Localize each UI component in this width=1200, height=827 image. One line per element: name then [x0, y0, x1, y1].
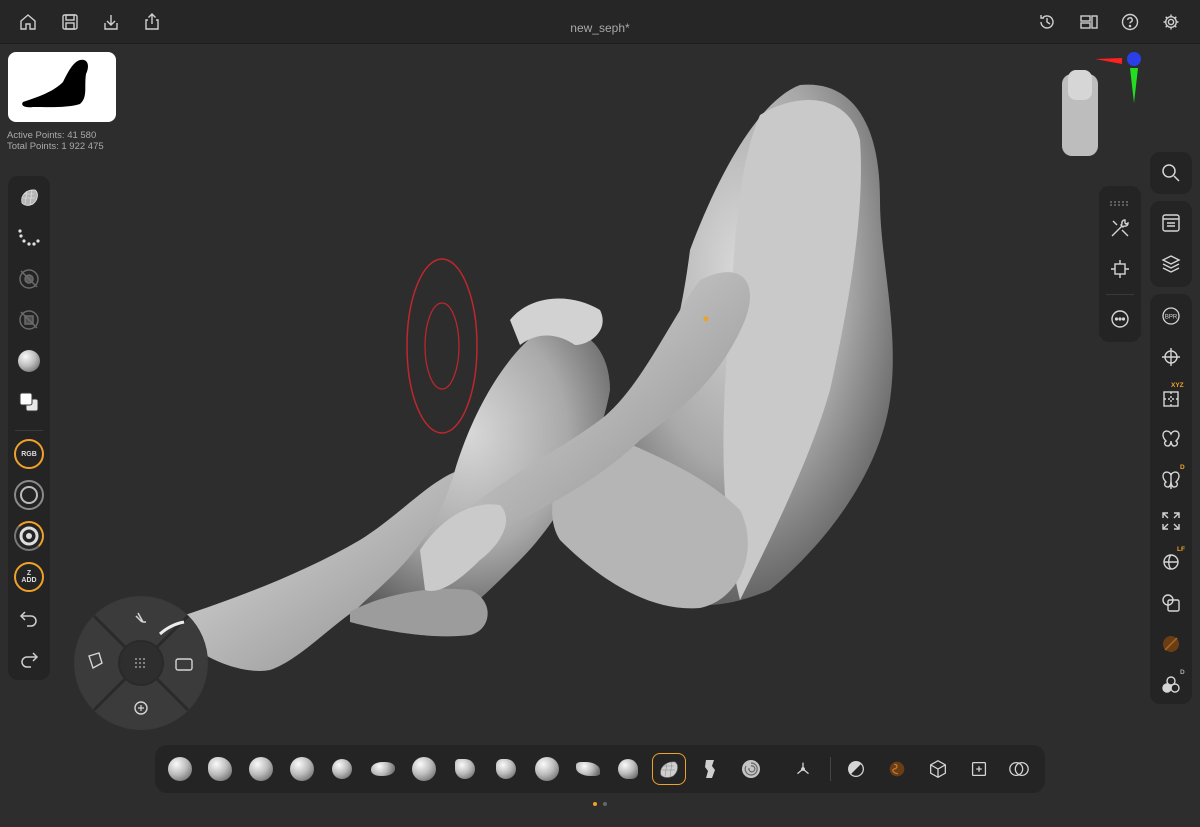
search-panel — [1150, 152, 1192, 194]
mesh-thumbnail[interactable] — [8, 52, 116, 122]
xyz-label: XYZ — [1171, 382, 1184, 389]
rgb-label: RGB — [21, 450, 37, 458]
z-add-dial[interactable]: Z ADD — [12, 560, 46, 594]
z-label: Z — [26, 570, 32, 577]
hpolish-brush[interactable] — [611, 753, 645, 785]
separator — [15, 430, 43, 431]
smooth-brush[interactable] — [530, 753, 564, 785]
history-icon[interactable] — [1036, 11, 1058, 33]
mesh-brush[interactable] — [652, 753, 686, 785]
d2-label: D — [1180, 669, 1185, 676]
more-icon[interactable] — [1103, 302, 1137, 336]
lf-label: LF — [1177, 546, 1185, 553]
document-title: new_seph* — [570, 21, 630, 35]
mesh-icon[interactable] — [12, 180, 46, 214]
stroke-icon[interactable] — [12, 221, 46, 255]
d-label: D — [1180, 464, 1185, 471]
bpr-label: BPR — [1165, 315, 1178, 321]
move-brush[interactable] — [366, 753, 400, 785]
gizmo-icon[interactable] — [1103, 252, 1137, 286]
right-toolbar: BPR XYZ D LF D — [1150, 294, 1192, 704]
brush-cursor-inner — [424, 302, 460, 390]
draw-size-dial[interactable] — [12, 519, 46, 553]
boolean-icon[interactable] — [1002, 753, 1036, 785]
top-toolbar: new_seph* — [0, 0, 1200, 44]
focal-shift-dial[interactable] — [12, 478, 46, 512]
clay-buildup-brush[interactable] — [244, 753, 278, 785]
symmetry-icon[interactable] — [1154, 422, 1188, 456]
crop-icon[interactable] — [962, 753, 996, 785]
tools-icon[interactable] — [1103, 211, 1137, 245]
frame-icon[interactable] — [1154, 504, 1188, 538]
undo-icon[interactable] — [12, 601, 46, 635]
inflate-brush[interactable] — [325, 753, 359, 785]
add-label: ADD — [21, 577, 37, 584]
duplicate-icon[interactable] — [1154, 586, 1188, 620]
trim-dynamic-brush[interactable] — [448, 753, 482, 785]
brush-cursor-outer — [406, 258, 478, 434]
settings-icon[interactable] — [1160, 11, 1182, 33]
polygroup-icon[interactable] — [880, 753, 914, 785]
drag-handle[interactable] — [1109, 193, 1131, 206]
layers-icon[interactable] — [1154, 247, 1188, 281]
help-icon[interactable] — [1119, 11, 1141, 33]
palette-panel — [1150, 201, 1192, 287]
snake-hook-brush[interactable] — [407, 753, 441, 785]
separator — [830, 757, 831, 781]
total-points: Total Points: 1 922 475 — [7, 141, 104, 152]
pager-dot[interactable] — [603, 802, 607, 806]
separator — [1106, 294, 1134, 295]
brush-bar — [155, 745, 1045, 793]
texture-off-icon[interactable] — [12, 303, 46, 337]
gizmo-3d-icon[interactable] — [786, 753, 820, 785]
cube-icon[interactable] — [921, 753, 955, 785]
pinch-brush[interactable] — [571, 753, 605, 785]
knife-brush[interactable] — [693, 753, 727, 785]
h-polish-brush[interactable] — [489, 753, 523, 785]
curve-brush[interactable] — [734, 753, 768, 785]
active-points: Active Points: 41 580 — [7, 130, 97, 141]
quick-action-wheel[interactable] — [74, 596, 208, 730]
search-icon[interactable] — [1154, 156, 1188, 190]
bpr-icon[interactable]: BPR — [1154, 299, 1188, 333]
rgb-intensity-dial[interactable]: RGB — [12, 437, 46, 471]
redo-icon[interactable] — [12, 642, 46, 676]
pager-dot-active[interactable] — [593, 802, 597, 806]
navigation-gizmo[interactable] — [1050, 48, 1150, 160]
mask-icon[interactable] — [839, 753, 873, 785]
clay-brush[interactable] — [203, 753, 237, 785]
tools-panel — [1099, 186, 1141, 342]
polyframe-icon[interactable] — [1154, 627, 1188, 661]
palette-icon[interactable] — [1154, 206, 1188, 240]
standard-brush[interactable] — [163, 753, 197, 785]
transform-icon[interactable] — [1154, 340, 1188, 374]
color-swatch-icon[interactable] — [12, 385, 46, 419]
material-icon[interactable] — [12, 344, 46, 378]
alpha-off-icon[interactable] — [12, 262, 46, 296]
dam-standard-brush[interactable] — [285, 753, 319, 785]
layout-icon[interactable] — [1078, 11, 1100, 33]
point-stats: Active Points: 41 580 Total Points: 1 92… — [7, 130, 104, 152]
surface-point-marker — [703, 316, 709, 322]
left-toolbar: RGB Z ADD — [8, 176, 50, 680]
